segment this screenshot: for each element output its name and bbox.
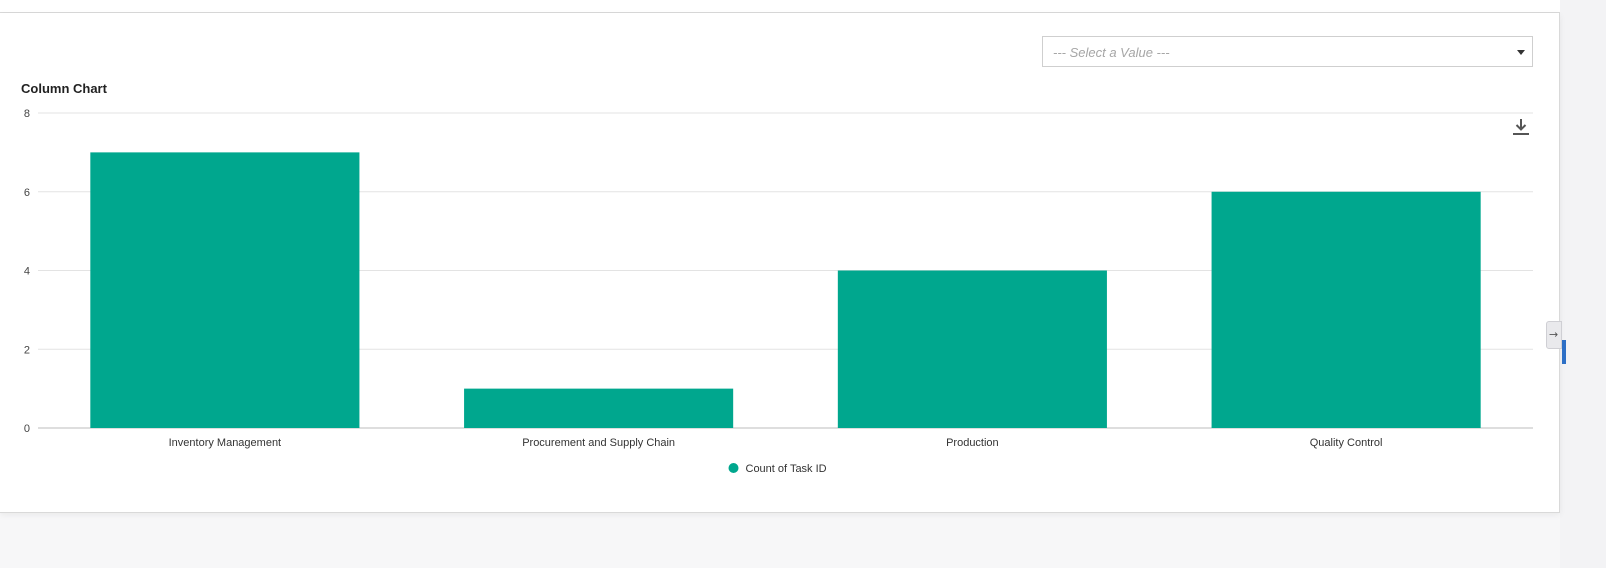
bar (464, 388, 734, 428)
bar (1211, 191, 1481, 428)
top-strip (0, 0, 1560, 13)
y-tick-label: 2 (24, 344, 30, 356)
y-tick-label: 8 (24, 108, 30, 120)
scroll-indicator (1562, 340, 1566, 364)
collapse-panel-button[interactable]: → (1546, 321, 1562, 349)
value-select[interactable]: --- Select a Value --- (1042, 36, 1533, 67)
legend-marker (728, 463, 739, 473)
chart-title: Column Chart (21, 81, 107, 96)
chart-panel: --- Select a Value --- Column Chart 0 2 4 6… (0, 13, 1560, 513)
x-tick-label: Production (946, 437, 999, 449)
x-tick-label: Inventory Management (169, 437, 282, 449)
arrow-right-icon: → (1549, 328, 1559, 341)
bar (90, 152, 360, 428)
select-placeholder: --- Select a Value --- (1053, 45, 1170, 60)
legend-label: Count of Task ID (746, 463, 827, 475)
y-tick-label: 4 (24, 266, 30, 278)
column-chart: 0 2 4 6 8 Inventory Management Procurement and… (24, 108, 1533, 475)
bar (837, 270, 1107, 428)
chevron-down-icon (1517, 50, 1525, 55)
y-tick-label: 6 (24, 187, 30, 199)
y-tick-label: 0 (24, 423, 30, 435)
x-tick-label: Procurement and Supply Chain (522, 437, 675, 449)
right-gutter (1560, 0, 1606, 568)
x-tick-label: Quality Control (1310, 437, 1383, 449)
